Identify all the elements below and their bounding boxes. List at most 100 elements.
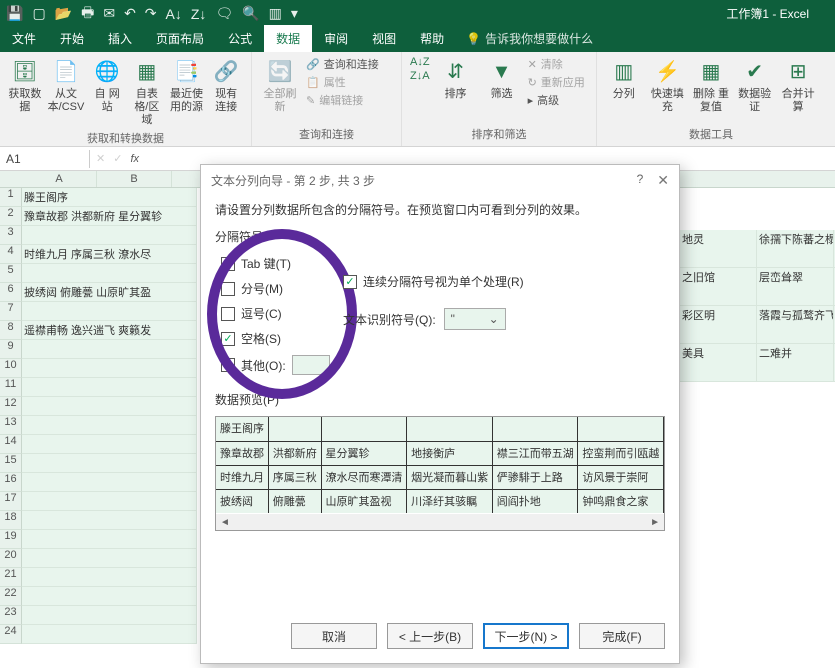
cell[interactable]: 层峦耸翠	[757, 268, 834, 306]
checkbox-delim[interactable]	[221, 332, 235, 346]
cancel-icon[interactable]: ✕	[96, 152, 105, 165]
row-head[interactable]: 19	[0, 530, 22, 549]
cell[interactable]	[22, 530, 197, 549]
row-head[interactable]: 18	[0, 511, 22, 530]
cell[interactable]	[22, 435, 197, 454]
edit-links-button[interactable]: ✎编辑链接	[306, 92, 379, 108]
sort-asc-button[interactable]: A↓Z	[410, 56, 430, 68]
redo-icon[interactable]: ↷	[145, 5, 157, 22]
row-head[interactable]: 16	[0, 473, 22, 492]
cell[interactable]	[22, 473, 197, 492]
cell[interactable]	[22, 264, 197, 283]
col-head[interactable]: A	[22, 171, 97, 187]
flash-fill-button[interactable]: ⚡快速填充	[649, 56, 687, 114]
recent-sources-button[interactable]: 📑最近使 用的源	[170, 56, 204, 128]
checkbox-delim[interactable]	[221, 358, 235, 372]
row-head[interactable]: 14	[0, 435, 22, 454]
row-head[interactable]: 22	[0, 587, 22, 606]
row-head[interactable]: 21	[0, 568, 22, 587]
row-head[interactable]: 20	[0, 549, 22, 568]
text-to-columns-button[interactable]: ▥分列	[605, 56, 643, 114]
next-button[interactable]: 下一步(N) >	[483, 623, 569, 649]
clear-filter-button[interactable]: ✕清除	[528, 56, 585, 72]
cell[interactable]	[22, 625, 197, 644]
enter-icon[interactable]: ✓	[113, 152, 122, 165]
cell[interactable]: 二难并	[757, 344, 834, 382]
undo-icon[interactable]: ↶	[124, 5, 136, 22]
cell[interactable]	[22, 226, 197, 245]
row-head[interactable]: 24	[0, 625, 22, 644]
tab-review[interactable]: 审阅	[312, 25, 360, 52]
row-head[interactable]: 7	[0, 302, 22, 321]
qualifier-select[interactable]: " ⌄	[444, 308, 506, 330]
qat-dropdown-icon[interactable]: ▾	[291, 5, 298, 22]
cell[interactable]	[22, 511, 197, 530]
cell[interactable]: 彩区明	[680, 306, 757, 344]
cell[interactable]	[22, 549, 197, 568]
cell[interactable]	[22, 378, 197, 397]
row-head[interactable]: 4	[0, 245, 22, 264]
row-head[interactable]: 17	[0, 492, 22, 511]
row-head[interactable]: 8	[0, 321, 22, 340]
checkbox-consecutive[interactable]	[343, 275, 357, 289]
row-head[interactable]: 11	[0, 378, 22, 397]
cell[interactable]	[22, 587, 197, 606]
reapply-button[interactable]: ↻重新应用	[528, 74, 585, 90]
sort-asc-icon[interactable]: A↓	[166, 6, 182, 22]
cell[interactable]: 滕王阁序	[22, 188, 197, 207]
fx-icon[interactable]: fx	[130, 153, 139, 165]
dialog-titlebar[interactable]: 文本分列向导 - 第 2 步, 共 3 步 ? ✕	[201, 165, 679, 195]
row-head[interactable]: 5	[0, 264, 22, 283]
qat-icon[interactable]: 🗨	[215, 5, 233, 22]
cell[interactable]: 时维九月 序属三秋 潦水尽	[22, 245, 197, 264]
cell[interactable]: 披绣闼 俯雕甍 山原旷其盈	[22, 283, 197, 302]
cell[interactable]	[22, 492, 197, 511]
name-box[interactable]: A1	[0, 150, 90, 168]
cell[interactable]: 之旧馆	[680, 268, 757, 306]
properties-button[interactable]: 📋属性	[306, 74, 379, 90]
cell[interactable]	[22, 568, 197, 587]
cell[interactable]	[22, 340, 197, 359]
row-head[interactable]: 6	[0, 283, 22, 302]
consolidate-button[interactable]: ⊞合并计算	[779, 56, 817, 114]
from-table-button[interactable]: ▦自表 格/区域	[130, 56, 164, 128]
cell[interactable]: 地灵	[680, 230, 757, 268]
existing-conn-button[interactable]: 🔗现有 连接	[209, 56, 243, 128]
cell[interactable]	[22, 397, 197, 416]
tab-insert[interactable]: 插入	[96, 25, 144, 52]
from-csv-button[interactable]: 📄从文 本/CSV	[48, 56, 85, 128]
cell[interactable]: 豫章故郡 洪都新府 星分翼轸	[22, 207, 197, 226]
tab-view[interactable]: 视图	[360, 25, 408, 52]
open-icon[interactable]: 📂	[55, 5, 72, 22]
cancel-button[interactable]: 取消	[291, 623, 377, 649]
qat-icon[interactable]: ✉	[103, 5, 115, 22]
row-head[interactable]: 13	[0, 416, 22, 435]
row-head[interactable]: 10	[0, 359, 22, 378]
row-head[interactable]: 9	[0, 340, 22, 359]
cell[interactable]: 徐孺下陈蕃之榻	[757, 230, 834, 268]
back-button[interactable]: < 上一步(B)	[387, 623, 473, 649]
advanced-button[interactable]: ▸高级	[528, 92, 585, 108]
filter-button[interactable]: ▼筛选	[482, 56, 522, 108]
data-validation-button[interactable]: ✔数据验 证	[736, 56, 774, 114]
cell[interactable]	[22, 302, 197, 321]
row-head[interactable]: 2	[0, 207, 22, 226]
tell-me[interactable]: 💡 告诉我你想要做什么	[456, 25, 603, 52]
qat-icon[interactable]: ▥	[269, 5, 282, 22]
cell[interactable]	[22, 454, 197, 473]
row-head[interactable]: 3	[0, 226, 22, 245]
close-icon[interactable]: ✕	[657, 172, 669, 189]
tab-data[interactable]: 数据	[264, 25, 312, 52]
qat-icon[interactable]: 🖶	[81, 2, 94, 26]
cell[interactable]	[22, 359, 197, 378]
tab-layout[interactable]: 页面布局	[144, 25, 216, 52]
refresh-all-button[interactable]: 🔄全部刷新	[260, 56, 300, 114]
checkbox-delim[interactable]	[221, 282, 235, 296]
checkbox-delim[interactable]	[221, 257, 235, 271]
tab-formulas[interactable]: 公式	[216, 25, 264, 52]
help-icon[interactable]: ?	[637, 172, 644, 189]
get-data-button[interactable]: 🗄获取数 据	[8, 56, 42, 128]
sort-desc-icon[interactable]: Z↓	[191, 6, 207, 22]
other-delim-input[interactable]	[292, 355, 330, 375]
finish-button[interactable]: 完成(F)	[579, 623, 665, 649]
